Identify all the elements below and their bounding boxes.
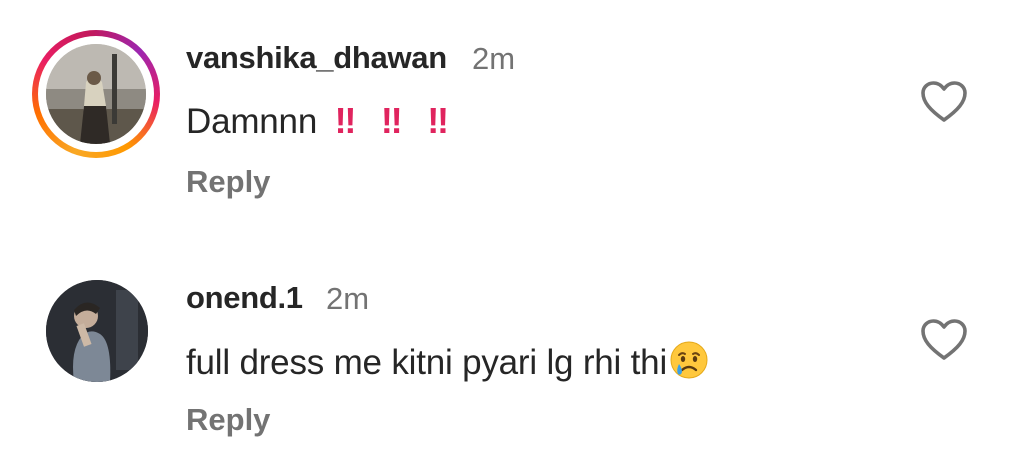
comment-timestamp: 2m bbox=[472, 41, 516, 76]
comment-text: full dress me kitni pyari lg rhi thi bbox=[186, 340, 709, 383]
reply-button[interactable]: Reply bbox=[186, 402, 270, 438]
emphasis-mark: ‼ bbox=[427, 100, 449, 141]
comment-timestamp: 2m bbox=[326, 281, 370, 316]
heart-outline-icon[interactable] bbox=[920, 80, 968, 124]
emphasis-mark: ‼ bbox=[380, 100, 403, 141]
avatar-image bbox=[46, 44, 146, 144]
avatar-photo bbox=[46, 280, 148, 382]
reply-button[interactable]: Reply bbox=[186, 164, 270, 200]
emphasis-mark: ‼ bbox=[334, 100, 357, 141]
comments-list: vanshika_dhawan 2m Damnnn ‼ ‼ ‼ Reply on… bbox=[0, 0, 1024, 472]
avatar[interactable] bbox=[32, 30, 160, 158]
comment-text-body: Damnnn bbox=[186, 102, 318, 141]
heart-outline-icon[interactable] bbox=[920, 318, 968, 362]
avatar[interactable] bbox=[46, 280, 148, 382]
comment-text-body: full dress me kitni pyari lg rhi thi bbox=[186, 343, 668, 382]
comment-username[interactable]: onend.1 bbox=[186, 280, 303, 316]
crying-face-emoji-icon bbox=[670, 341, 708, 379]
comment-text: Damnnn ‼ ‼ ‼ bbox=[186, 100, 449, 142]
comment-username[interactable]: vanshika_dhawan bbox=[186, 40, 447, 76]
avatar-photo bbox=[46, 44, 146, 144]
